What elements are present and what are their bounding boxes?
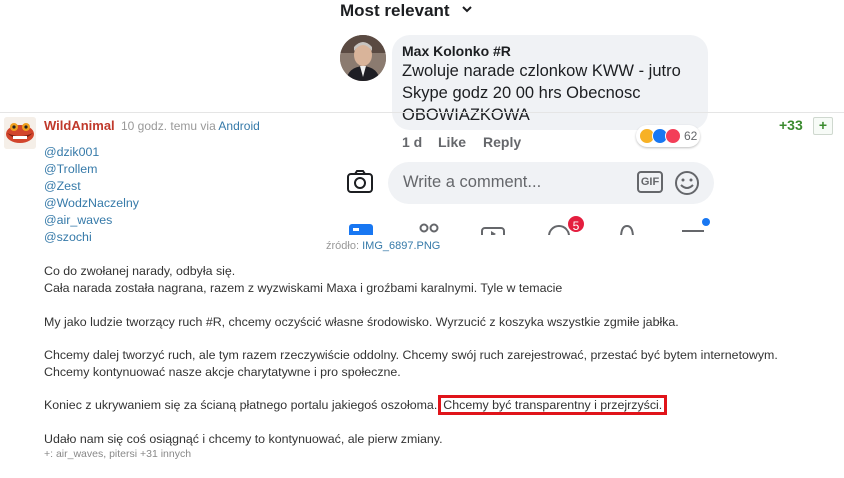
notifications-tab-icon[interactable] <box>614 218 640 235</box>
fb-comment-line-2: Skype godz 20 00 hrs Obecnosc <box>402 84 641 102</box>
mention-link[interactable]: @szochi <box>44 230 92 244</box>
camera-icon[interactable] <box>346 168 374 196</box>
emoji-icon[interactable] <box>674 170 700 196</box>
entry-text-line: Co do zwołanej narady, odbyła się. <box>44 264 236 278</box>
fb-tab-bar <box>328 214 728 235</box>
fb-comment-author[interactable]: Max Kolonko #R <box>402 43 511 59</box>
fb-sort-label: Most relevant <box>340 1 450 20</box>
fb-reactions[interactable]: 62 <box>636 125 701 147</box>
fb-comment-line-1: Zwoluje narade czlonkow KWW - jutro <box>402 62 681 80</box>
entry-text-line: My jako ludzie tworzący ruch #R, chcemy … <box>44 315 679 329</box>
entry-divider <box>0 112 844 113</box>
source-file-link[interactable]: IMG_6897.PNG <box>362 240 440 252</box>
fb-like-button[interactable]: Like <box>438 134 466 150</box>
source-label: źródło: <box>326 240 360 252</box>
entry-meta: 10 godz. temu via Android <box>121 119 260 133</box>
entry-text-line: Koniec z ukrywaniem się za ścianą płatne… <box>44 395 668 415</box>
mention-link[interactable]: @Trollem <box>44 162 97 176</box>
voters-list[interactable]: +: air_waves, pitersi +31 innych <box>44 448 191 460</box>
fb-comment-placeholder: Write a comment... <box>403 173 542 191</box>
chevron-down-icon <box>462 6 472 13</box>
fb-commenter-avatar <box>340 35 386 81</box>
notification-badge: 5 <box>566 214 586 234</box>
author-avatar[interactable] <box>4 117 36 149</box>
author-name[interactable]: WildAnimal <box>44 118 115 133</box>
mention-link[interactable]: @air_waves <box>44 213 112 227</box>
mention-link[interactable]: @Zest <box>44 179 81 193</box>
mention-link[interactable]: @WodzNaczelny <box>44 196 139 210</box>
entry-text-line: Cała narada została nagrana, razem z wyz… <box>44 281 563 295</box>
fb-reaction-count: 62 <box>684 129 698 143</box>
image-source: źródło: IMG_6897.PNG <box>326 240 440 252</box>
entry-text-line: Chcemy kontynuować nasze akcje charytaty… <box>44 365 401 379</box>
highlighted-text: Chcemy być transparentny i przejrzyści. <box>438 395 668 415</box>
entry-text-line: Udało nam się coś osiągnąć i chcemy to k… <box>44 432 443 446</box>
upvote-button[interactable]: + <box>813 117 833 135</box>
gif-icon[interactable]: GIF <box>637 171 663 193</box>
fb-comment-age: 1 d <box>402 134 423 150</box>
entry-time[interactable]: 10 godz. temu <box>121 119 197 133</box>
mention-link[interactable]: @dzik001 <box>44 145 99 159</box>
entry-text-segment: Koniec z ukrywaniem się za ścianą płatne… <box>44 398 438 412</box>
entry-text-line: Chcemy dalej tworzyć ruch, ale tym razem… <box>44 348 778 362</box>
news-feed-tab-icon[interactable] <box>348 218 374 235</box>
vote-count: +33 <box>779 117 803 133</box>
via-app-link[interactable]: Android <box>218 119 259 133</box>
embedded-screenshot[interactable]: Most relevant Max Kolonko #R Zwoluje nar… <box>328 0 728 235</box>
love-reaction-icon <box>665 128 681 144</box>
friends-tab-icon[interactable] <box>416 218 442 235</box>
fb-comment-line-3: OBOWIAZKOWA <box>402 106 530 124</box>
via-label: via <box>200 119 216 133</box>
watch-tab-icon[interactable] <box>480 218 506 235</box>
fb-reply-button[interactable]: Reply <box>483 134 521 150</box>
menu-indicator-dot <box>702 218 710 226</box>
